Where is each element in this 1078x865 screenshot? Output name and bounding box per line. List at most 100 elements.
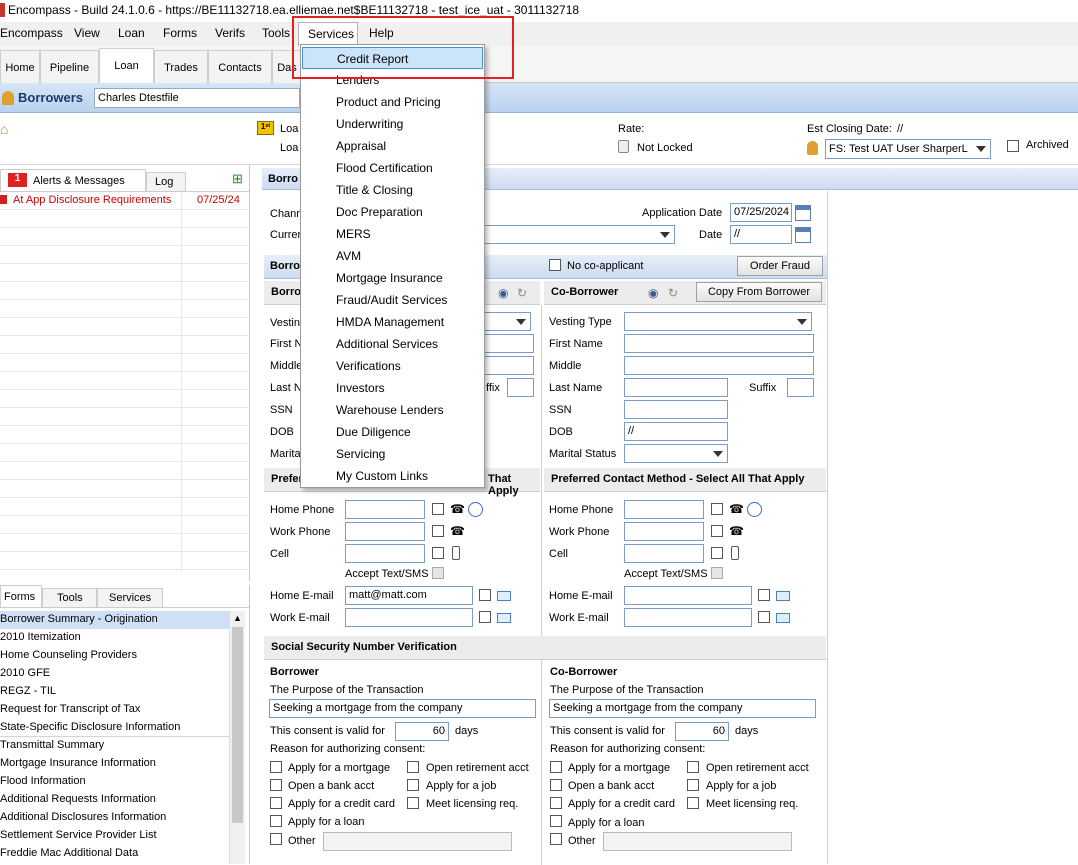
menu-item-servicing[interactable]: Servicing [302, 443, 483, 465]
calendar-icon[interactable] [795, 227, 811, 243]
menu-encompass[interactable]: Encompass [0, 26, 63, 40]
menu-item-flood-certification[interactable]: Flood Certification [302, 157, 483, 179]
reason-checkbox[interactable] [407, 761, 419, 773]
work-email-checkbox[interactable] [479, 611, 491, 623]
form-item[interactable]: Request for Transcript of Tax [0, 703, 140, 715]
co-suffix-field[interactable] [787, 378, 814, 397]
home-phone-field[interactable] [345, 500, 425, 519]
co-middle-name-field[interactable] [624, 356, 814, 375]
co-vesting-select[interactable] [624, 312, 812, 331]
scroll-thumb[interactable] [232, 627, 243, 823]
email-icon[interactable] [497, 591, 511, 601]
form-item[interactable]: Transmittal Summary [0, 739, 104, 751]
co-reason-checkbox[interactable] [550, 761, 562, 773]
menu-item-appraisal[interactable]: Appraisal [302, 135, 483, 157]
menu-tools[interactable]: Tools [262, 26, 290, 40]
co-dob-field[interactable]: // [624, 422, 728, 441]
cell-checkbox[interactable] [432, 547, 444, 559]
borrower-pair-select[interactable]: Charles Dtestfile [94, 88, 300, 108]
co-cell-field[interactable] [624, 544, 704, 563]
co-reason-checkbox[interactable] [550, 833, 562, 845]
menu-item-mortgage-insurance[interactable]: Mortgage Insurance [302, 267, 483, 289]
order-fraud-button[interactable]: Order Fraud [737, 256, 823, 276]
menu-item-avm[interactable]: AVM [302, 245, 483, 267]
form-item[interactable]: Additional Requests Information [0, 793, 156, 805]
reason-checkbox[interactable] [270, 833, 282, 845]
binoculars-icon[interactable]: ◉ [498, 286, 508, 300]
co-reason-checkbox[interactable] [687, 779, 699, 791]
form-item[interactable]: Freddie Mac Additional Data [0, 847, 138, 859]
user-select[interactable]: FS: Test UAT User SharperL [825, 139, 991, 159]
first-name-field[interactable] [483, 334, 534, 353]
menu-item-custom-links[interactable]: My Custom Links [302, 465, 483, 487]
co-work-email-field[interactable] [624, 608, 752, 627]
form-item[interactable]: 2010 Itemization [0, 631, 81, 643]
home-email-field[interactable]: matt@matt.com [345, 586, 473, 605]
email-icon[interactable] [776, 613, 790, 623]
menu-item-warehouse-lenders[interactable]: Warehouse Lenders [302, 399, 483, 421]
form-item[interactable]: REGZ - TIL [0, 685, 56, 697]
form-item[interactable]: Additional Disclosures Information [0, 811, 166, 823]
suffix-field[interactable] [507, 378, 534, 397]
copy-from-borrower-button[interactable]: Copy From Borrower [696, 282, 822, 302]
forms-scrollbar[interactable]: ▲ [229, 611, 245, 864]
work-email-field[interactable] [345, 608, 473, 627]
menu-forms[interactable]: Forms [163, 26, 197, 40]
consent-days-field[interactable]: 60 [395, 722, 449, 741]
tab-alerts[interactable]: 1 Alerts & Messages [0, 169, 146, 191]
archived-checkbox[interactable] [1007, 140, 1019, 152]
menu-item-doc-preparation[interactable]: Doc Preparation [302, 201, 483, 223]
form-item[interactable]: State-Specific Disclosure Information [0, 721, 180, 733]
no-coapplicant-checkbox[interactable] [549, 259, 561, 271]
email-icon[interactable] [776, 591, 790, 601]
accept-text-checkbox[interactable] [432, 567, 444, 579]
co-first-name-field[interactable] [624, 334, 814, 353]
co-reason-checkbox[interactable] [550, 797, 562, 809]
co-work-email-checkbox[interactable] [758, 611, 770, 623]
middle-name-field[interactable] [483, 356, 534, 375]
co-marital-select[interactable] [624, 444, 728, 463]
tab-services-panel[interactable]: Services [97, 588, 163, 607]
tab-loan[interactable]: Loan [99, 48, 154, 84]
application-date-field[interactable]: 07/25/2024 [730, 203, 792, 222]
co-other-reason-field[interactable] [603, 832, 792, 851]
vesting-select[interactable] [483, 312, 531, 331]
reason-checkbox[interactable] [270, 815, 282, 827]
work-phone-checkbox[interactable] [432, 525, 444, 537]
co-consent-days-field[interactable]: 60 [675, 722, 729, 741]
home-email-checkbox[interactable] [479, 589, 491, 601]
calendar-icon[interactable] [795, 205, 811, 221]
co-home-phone-checkbox[interactable] [711, 503, 723, 515]
co-work-phone-checkbox[interactable] [711, 525, 723, 537]
co-reason-checkbox[interactable] [550, 779, 562, 791]
form-item[interactable]: Mortgage Insurance Information [0, 757, 156, 769]
tab-log[interactable]: Log [146, 172, 186, 191]
refresh-icon[interactable]: ↻ [517, 286, 527, 300]
scroll-up-icon[interactable]: ▲ [233, 613, 242, 623]
co-reason-checkbox[interactable] [687, 761, 699, 773]
co-cell-checkbox[interactable] [711, 547, 723, 559]
co-home-email-field[interactable] [624, 586, 752, 605]
menu-verifs[interactable]: Verifs [215, 26, 245, 40]
work-phone-field[interactable] [345, 522, 425, 541]
date-field[interactable]: // [730, 225, 792, 244]
co-last-name-field[interactable] [624, 378, 728, 397]
menu-item-due-diligence[interactable]: Due Diligence [302, 421, 483, 443]
other-reason-field[interactable] [323, 832, 512, 851]
co-accept-text-checkbox[interactable] [711, 567, 723, 579]
co-reason-checkbox[interactable] [550, 815, 562, 827]
menu-item-investors[interactable]: Investors [302, 377, 483, 399]
email-icon[interactable] [497, 613, 511, 623]
form-item[interactable]: Settlement Service Provider List [0, 829, 157, 841]
reason-checkbox[interactable] [270, 761, 282, 773]
cell-field[interactable] [345, 544, 425, 563]
menu-item-underwriting[interactable]: Underwriting [302, 113, 483, 135]
reason-checkbox[interactable] [407, 779, 419, 791]
tab-trades[interactable]: Trades [154, 50, 208, 83]
co-purpose-field[interactable]: Seeking a mortgage from the company [549, 699, 816, 718]
menu-item-hmda[interactable]: HMDA Management [302, 311, 483, 333]
current-status-select[interactable] [483, 225, 675, 244]
menu-loan[interactable]: Loan [118, 26, 145, 40]
reason-checkbox[interactable] [270, 797, 282, 809]
reason-checkbox[interactable] [270, 779, 282, 791]
